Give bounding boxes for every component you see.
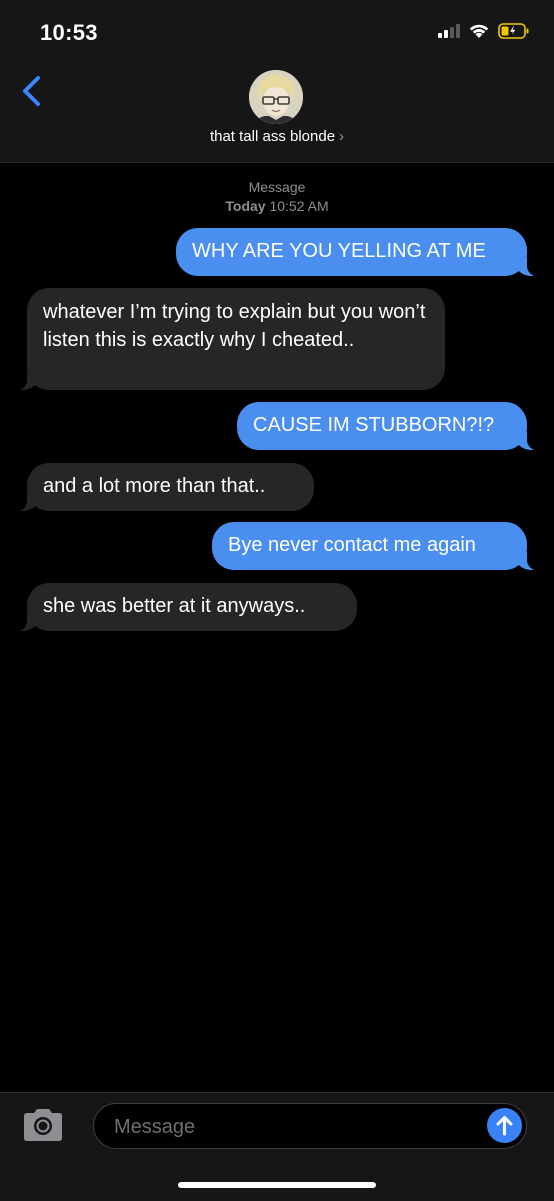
anime-avatar-image bbox=[249, 70, 303, 124]
arrow-up-icon bbox=[496, 1116, 513, 1136]
outgoing-message-bubble[interactable]: Bye never contact me again bbox=[212, 522, 541, 570]
camera-icon bbox=[24, 1109, 62, 1141]
camera-button[interactable] bbox=[20, 1105, 66, 1145]
battery-charging-icon bbox=[498, 23, 529, 39]
cellular-signal-icon bbox=[438, 24, 460, 38]
message-input[interactable] bbox=[112, 1112, 476, 1142]
wifi-icon bbox=[469, 24, 489, 38]
incoming-message-bubble[interactable]: she was better at it anyways.. bbox=[13, 583, 357, 631]
send-button[interactable] bbox=[487, 1108, 522, 1143]
status-time: 10:53 bbox=[40, 20, 98, 45]
chevron-left-icon bbox=[23, 76, 40, 106]
chevron-right-icon: › bbox=[339, 128, 345, 145]
message-text: WHY ARE YOU YELLING AT ME bbox=[192, 240, 486, 262]
message-text: CAUSE IM STUBBORN?!? bbox=[253, 414, 495, 436]
outgoing-message-bubble[interactable]: CAUSE IM STUBBORN?!? bbox=[237, 402, 541, 450]
contact-name: that tall ass blonde bbox=[209, 128, 336, 145]
incoming-message-bubble[interactable]: and a lot more than that.. bbox=[13, 463, 314, 511]
back-button[interactable] bbox=[14, 70, 50, 110]
outgoing-message-bubble[interactable]: WHY ARE YOU YELLING AT ME bbox=[176, 228, 541, 276]
timestamp-time: 10:52 AM bbox=[269, 198, 329, 214]
message-input-field[interactable] bbox=[93, 1103, 527, 1149]
contact-avatar[interactable] bbox=[249, 70, 303, 124]
service-label: Message bbox=[248, 179, 306, 195]
message-text: and a lot more than that.. bbox=[43, 475, 266, 497]
message-text: Bye never contact me again bbox=[228, 534, 476, 556]
timestamp-day: Today bbox=[225, 198, 266, 214]
conversation-header: 10:53 that tall ass blonde › bbox=[0, 0, 554, 163]
message-text: she was better at it anyways.. bbox=[43, 595, 306, 617]
message-timestamp: Today 10:52 AM bbox=[0, 198, 554, 214]
message-text: whatever I’m trying to explain but you w… bbox=[43, 301, 426, 351]
home-indicator bbox=[178, 1182, 376, 1188]
status-icons bbox=[438, 22, 530, 40]
incoming-message-bubble[interactable]: whatever I’m trying to explain but you w… bbox=[13, 288, 445, 390]
contact-name-button[interactable]: that tall ass blonde › bbox=[0, 128, 554, 145]
